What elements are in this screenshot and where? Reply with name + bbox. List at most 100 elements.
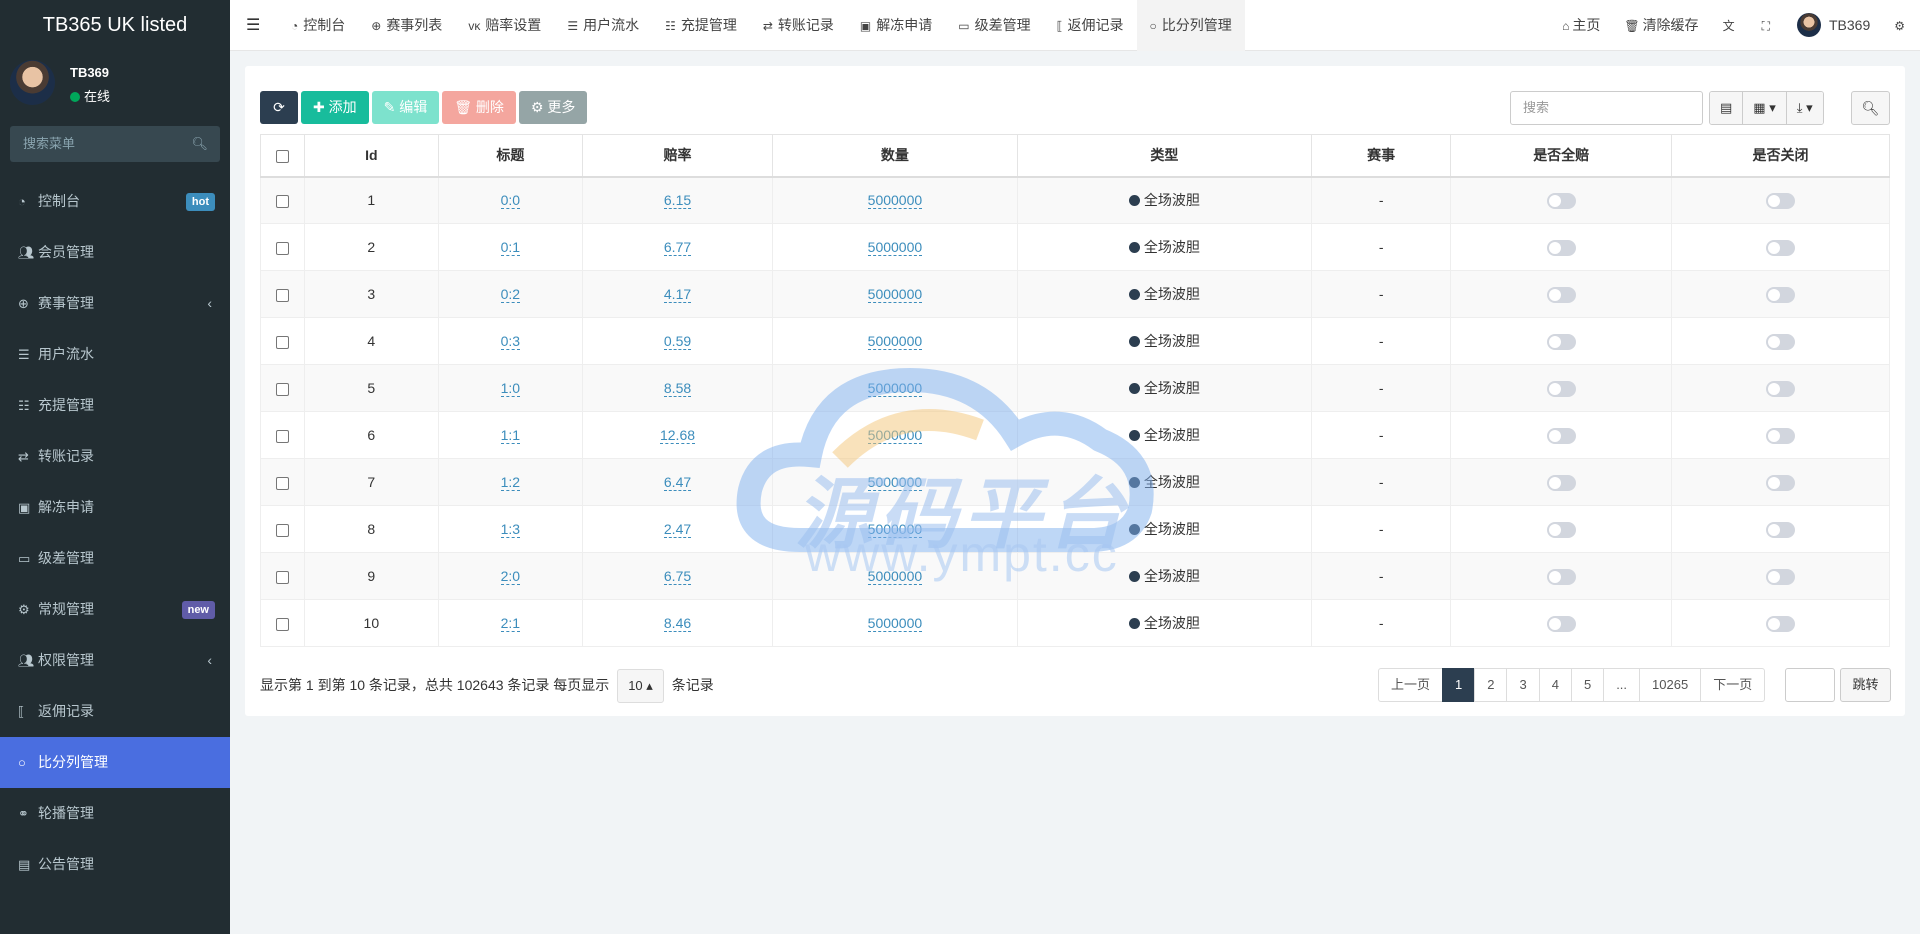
- closed-toggle[interactable]: [1765, 474, 1795, 491]
- add-button[interactable]: ✚ 添加: [301, 91, 369, 124]
- full-payout-toggle[interactable]: [1546, 427, 1576, 444]
- sidebar-item-level-diff[interactable]: ▭ 级差管理: [0, 533, 230, 584]
- editable-quantity[interactable]: 5000000: [867, 380, 923, 397]
- editable-quantity[interactable]: 5000000: [867, 427, 923, 444]
- sidebar-item-rebate[interactable]: ⟦ 返佣记录: [0, 686, 230, 737]
- table-row[interactable]: 5 1:0 8.58 5000000 全场波胆 -: [259, 364, 1891, 412]
- sidebar-item-announcements[interactable]: ▤ 公告管理: [0, 839, 230, 890]
- page-button[interactable]: 4: [1538, 668, 1572, 702]
- sidebar-item-user-flow[interactable]: ☰ 用户流水: [0, 329, 230, 380]
- page-button[interactable]: 1: [1442, 668, 1476, 702]
- column-header-match[interactable]: 赛事: [1310, 134, 1452, 178]
- tab-transfers[interactable]: ⇄ 转账记录: [750, 0, 847, 51]
- closed-toggle[interactable]: [1765, 521, 1795, 538]
- search-icon[interactable]: 🔍︎: [191, 126, 208, 162]
- editable-odds[interactable]: 6.15: [663, 192, 692, 210]
- full-payout-toggle[interactable]: [1546, 568, 1576, 585]
- closed-toggle[interactable]: [1765, 427, 1795, 444]
- full-payout-toggle[interactable]: [1546, 615, 1576, 632]
- row-checkbox[interactable]: [276, 429, 290, 443]
- tab-odds-settings[interactable]: ᴠᴋ 赔率设置: [455, 0, 554, 51]
- editable-title[interactable]: 1:2: [500, 474, 521, 491]
- more-button[interactable]: ⚙ 更多: [518, 91, 588, 124]
- closed-toggle[interactable]: [1765, 333, 1795, 350]
- editable-title[interactable]: 0:3: [500, 333, 521, 350]
- page-button[interactable]: 5: [1570, 668, 1605, 702]
- editable-title[interactable]: 2:1: [500, 615, 521, 632]
- row-checkbox[interactable]: [276, 570, 290, 584]
- refresh-button[interactable]: ⟳: [260, 91, 298, 124]
- column-header-odds[interactable]: 赔率: [582, 134, 773, 178]
- toggle-card-view-button[interactable]: ▤: [1710, 92, 1744, 124]
- closed-toggle[interactable]: [1765, 286, 1795, 303]
- sidebar-item-matches[interactable]: ⊕ 赛事管理 ‹: [0, 278, 230, 329]
- settings-button[interactable]: ⚙: [1882, 0, 1920, 52]
- sidebar-item-score-columns[interactable]: ○ 比分列管理: [0, 737, 230, 788]
- column-header-id[interactable]: Id: [304, 134, 439, 178]
- sidebar-item-general[interactable]: ⚙ 常规管理 new: [0, 584, 230, 635]
- tab-dashboard[interactable]: ◔ 控制台: [278, 0, 358, 51]
- sidebar-item-dashboard[interactable]: ◔ 控制台 hot: [0, 176, 230, 227]
- editable-quantity[interactable]: 5000000: [867, 286, 923, 303]
- row-checkbox[interactable]: [276, 523, 290, 537]
- closed-toggle[interactable]: [1765, 615, 1795, 632]
- column-header-title[interactable]: 标题: [437, 134, 584, 178]
- column-header-type[interactable]: 类型: [1016, 134, 1312, 178]
- full-payout-toggle[interactable]: [1546, 239, 1576, 256]
- editable-odds[interactable]: 6.77: [663, 239, 692, 256]
- select-all-checkbox[interactable]: [276, 150, 290, 164]
- closed-toggle[interactable]: [1765, 380, 1795, 397]
- column-header-closed[interactable]: 是否关闭: [1670, 134, 1891, 178]
- editable-odds[interactable]: 12.68: [659, 427, 696, 444]
- fullscreen-button[interactable]: ⛶: [1750, 0, 1785, 52]
- row-checkbox[interactable]: [276, 195, 290, 209]
- prev-page-button[interactable]: 上一页: [1378, 668, 1444, 702]
- editable-title[interactable]: 1:1: [500, 427, 521, 444]
- tab-match-list[interactable]: ⊕ 赛事列表: [358, 0, 455, 51]
- column-header-full-payout[interactable]: 是否全赔: [1450, 134, 1672, 178]
- menu-toggle-icon[interactable]: ☰: [246, 0, 260, 51]
- sidebar-item-permissions[interactable]: 👥︎ 权限管理 ‹: [0, 635, 230, 686]
- sidebar-item-deposit-withdraw[interactable]: ☷ 充提管理: [0, 380, 230, 431]
- editable-odds[interactable]: 2.47: [663, 521, 692, 538]
- export-dropdown-button[interactable]: ⤓ ▾: [1786, 92, 1823, 124]
- tab-user-flow[interactable]: ☰ 用户流水: [554, 0, 652, 51]
- closed-toggle[interactable]: [1765, 192, 1795, 209]
- table-row[interactable]: 4 0:3 0.59 5000000 全场波胆 -: [259, 317, 1891, 365]
- row-checkbox[interactable]: [276, 382, 290, 396]
- delete-button[interactable]: 🗑︎ 删除: [442, 91, 516, 124]
- tab-deposit-withdraw[interactable]: ☷ 充提管理: [652, 0, 750, 51]
- editable-title[interactable]: 0:2: [500, 286, 521, 303]
- sidebar-item-carousel[interactable]: ⚭ 轮播管理: [0, 788, 230, 839]
- columns-dropdown-button[interactable]: ▦ ▾: [1743, 92, 1787, 124]
- editable-odds[interactable]: 8.58: [663, 380, 692, 397]
- sidebar-item-unfreeze[interactable]: ▣ 解冻申请: [0, 482, 230, 533]
- jump-page-input[interactable]: [1785, 668, 1835, 702]
- editable-title[interactable]: 0:0: [500, 192, 521, 210]
- full-payout-toggle[interactable]: [1546, 192, 1576, 209]
- row-checkbox[interactable]: [276, 617, 290, 631]
- editable-quantity[interactable]: 5000000: [867, 239, 923, 256]
- closed-toggle[interactable]: [1765, 568, 1795, 585]
- editable-quantity[interactable]: 5000000: [867, 333, 923, 350]
- home-link[interactable]: ⌂ 主页: [1550, 0, 1612, 52]
- search-button[interactable]: 🔍︎: [1851, 91, 1890, 125]
- full-payout-toggle[interactable]: [1546, 474, 1576, 491]
- full-payout-toggle[interactable]: [1546, 380, 1576, 397]
- user-menu[interactable]: TB369: [1785, 0, 1882, 51]
- table-search-input[interactable]: 搜索: [1510, 91, 1703, 125]
- row-checkbox[interactable]: [276, 335, 290, 349]
- table-row[interactable]: 3 0:2 4.17 5000000 全场波胆 -: [259, 270, 1891, 318]
- row-checkbox[interactable]: [276, 476, 290, 490]
- sidebar-item-transfers[interactable]: ⇄ 转账记录: [0, 431, 230, 482]
- table-row[interactable]: 1 0:0 6.15 5000000 全场波胆 -: [259, 176, 1891, 224]
- jump-button[interactable]: 跳转: [1840, 668, 1891, 702]
- full-payout-toggle[interactable]: [1546, 521, 1576, 538]
- page-button[interactable]: 2: [1474, 668, 1508, 702]
- sidebar-item-members[interactable]: 👥︎ 会员管理: [0, 227, 230, 278]
- closed-toggle[interactable]: [1765, 239, 1795, 256]
- editable-quantity[interactable]: 5000000: [867, 192, 923, 210]
- editable-odds[interactable]: 0.59: [663, 333, 692, 350]
- row-checkbox[interactable]: [276, 241, 290, 255]
- page-size-dropdown[interactable]: 10 ▴: [617, 669, 664, 703]
